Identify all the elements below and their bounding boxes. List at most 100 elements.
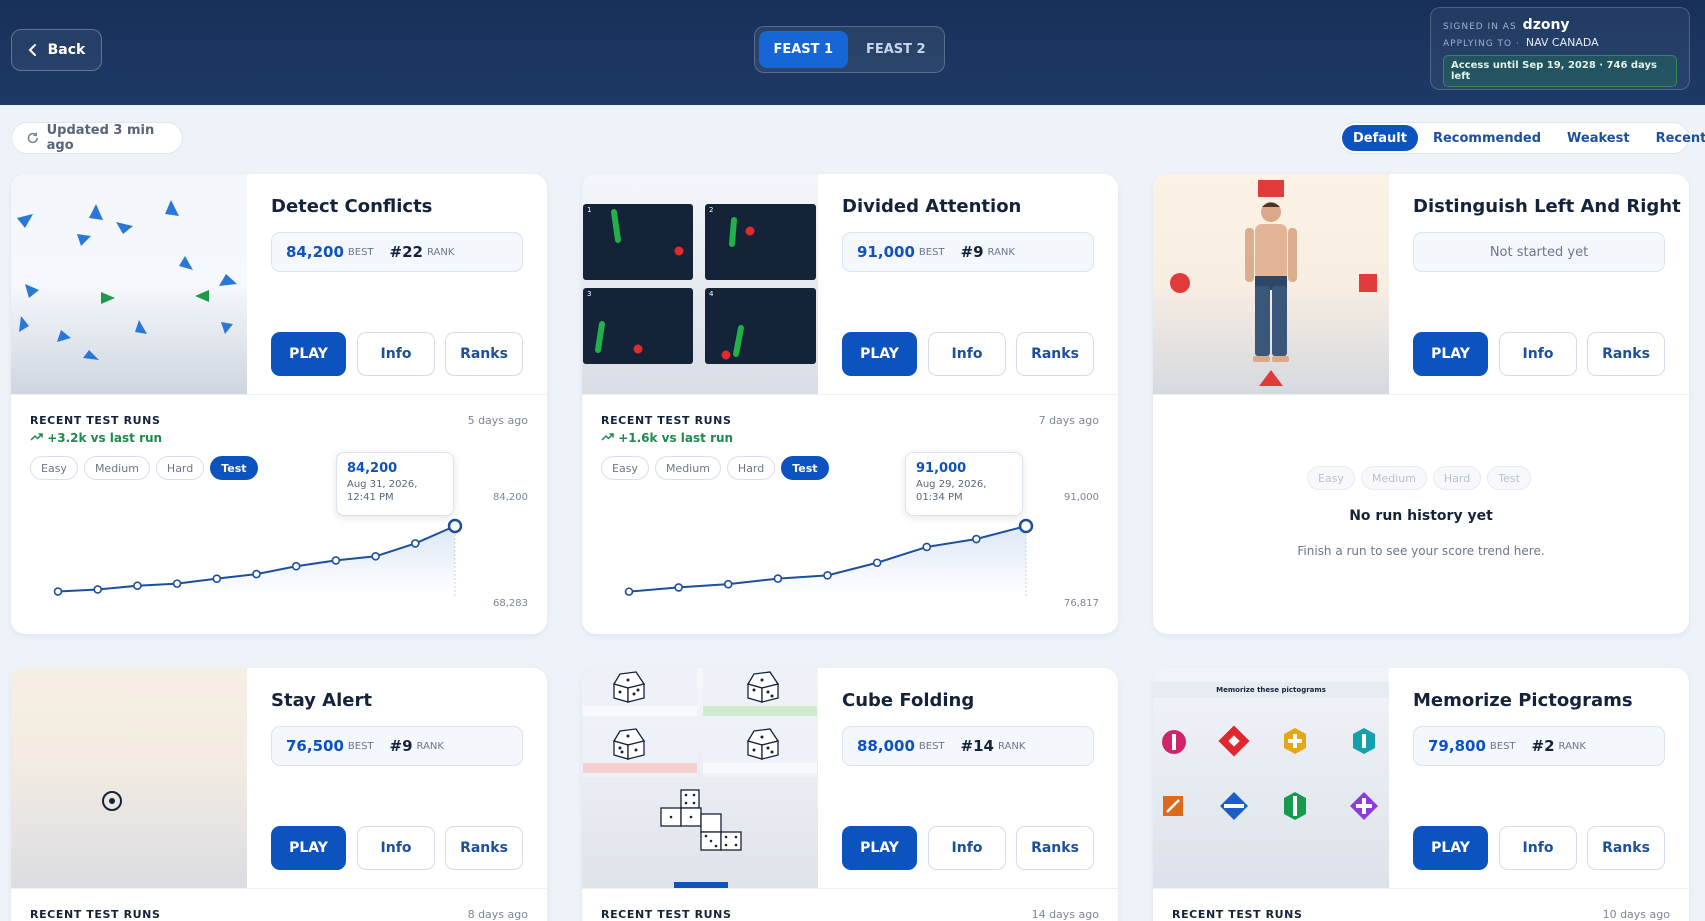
last-run-time: 10 days ago [1602,908,1670,921]
test-card-stay-alert: Stay Alert 76,500 BEST #9 RANK PLAY Info… [11,668,547,921]
rank-label: RANK [1558,740,1586,752]
divider [1153,888,1689,889]
applying-label: APPLYING TO · [1443,39,1520,49]
best-score-panel: 76,500 BEST #9 RANK [271,726,523,766]
tab-feast-2[interactable]: FEAST 2 [852,31,941,68]
figure-illustration [1170,180,1377,386]
no-history-title: No run history yet [1349,508,1493,524]
data-point [972,534,981,544]
chip-hard: Hard [1432,466,1482,490]
data-point [674,583,683,592]
info-button[interactable]: Info [357,826,435,870]
score-trend-chart[interactable] [582,174,1118,634]
user-panel: SIGNED IN AS dzony APPLYING TO · NAV CAN… [1430,7,1690,90]
stay-alert-thumbnail [11,668,247,888]
test-card-detect-conflicts: Detect Conflicts 84,200 BEST #22 RANK PL… [11,174,547,634]
chart-tooltip: 91,000 Aug 29, 2026, 01:34 PM [905,452,1023,516]
card-title: Cube Folding [842,690,975,711]
rank-value: #14 [960,737,994,755]
best-label: BEST [918,740,945,752]
card-title: Memorize Pictograms [1413,690,1633,711]
target-illustration [102,791,122,811]
info-button[interactable]: Info [928,826,1006,870]
best-score: 76,500 [286,737,344,755]
rank-label: RANK [416,740,444,752]
data-point [291,561,301,571]
test-card-cube-folding: Cube Folding 88,000 BEST #14 RANK PLAY I… [582,668,1118,921]
sort-weakest[interactable]: Weakest [1556,125,1641,151]
test-card-distinguish-left-right: Distinguish Left And Right Not started y… [1153,174,1689,634]
chevron-left-icon [28,44,36,56]
series-area [58,526,455,596]
card-title: Stay Alert [271,690,372,711]
test-card-divided-attention: 1234 Divided Attention 91,000 BEST #9 RA… [582,174,1118,634]
ranks-button[interactable]: Ranks [1016,826,1094,870]
recent-runs-heading: RECENT TEST RUNS [30,908,161,921]
username: dzony [1522,17,1570,33]
info-button[interactable]: Info [1499,332,1577,376]
play-button[interactable]: PLAY [271,826,346,870]
divider [11,888,547,889]
card-title: Distinguish Left And Right [1413,196,1681,217]
sort-recent[interactable]: Recent [1645,125,1705,151]
pictograms-thumbnail: Memorize these pictograms [1153,668,1389,888]
left-right-thumbnail [1153,174,1389,394]
data-point [410,539,420,548]
play-button[interactable]: PLAY [1413,826,1488,870]
data-point [133,581,142,591]
play-button[interactable]: PLAY [1413,332,1488,376]
sort-options: Default Recommended Weakest Recent [1339,122,1705,154]
data-point [773,574,783,583]
dice-illustration [583,668,817,888]
top-bar: Back FEAST 1 FEAST 2 SIGNED IN AS dzony … [0,0,1705,105]
cube-folding-thumbnail [582,668,818,888]
tooltip-value: 84,200 [347,461,398,476]
sort-recommended[interactable]: Recommended [1422,125,1552,151]
pictogram-grid [1162,725,1378,820]
tooltip-time: 12:41 PM [347,492,394,503]
data-point [624,587,634,596]
score-trend-chart[interactable] [11,174,547,634]
data-point [252,569,261,579]
info-button[interactable]: Info [1499,826,1577,870]
divider [1153,394,1689,395]
tab-feast-1[interactable]: FEAST 1 [759,31,848,68]
tooltip-value: 91,000 [916,461,967,476]
data-point [922,542,932,552]
back-button[interactable]: Back [11,29,102,71]
play-button[interactable]: PLAY [842,826,917,870]
chart-tooltip: 84,200 Aug 31, 2026, 12:41 PM [336,452,454,516]
best-score-panel: 79,800 BEST #2 RANK [1413,726,1665,766]
highlighted-point [447,518,463,534]
thumbnail-caption: Memorize these pictograms [1153,682,1389,698]
data-point [371,551,380,561]
test-set-tabs: FEAST 1 FEAST 2 [754,26,945,73]
difficulty-filter-disabled: Easy Medium Hard Test [1307,466,1531,490]
chip-medium: Medium [1360,466,1427,490]
data-point [823,571,832,580]
access-badge: Access until Sep 19, 2028 · 746 days lef… [1443,55,1677,87]
updated-indicator[interactable]: Updated 3 min ago [11,122,183,154]
highlighted-point [1018,518,1034,534]
data-point [172,579,182,588]
chip-test: Test [1487,466,1531,490]
back-label: Back [47,42,86,58]
best-score-panel: 88,000 BEST #14 RANK [842,726,1094,766]
tooltip-time: 01:34 PM [916,492,963,503]
updated-text: Updated 3 min ago [46,123,155,153]
data-point [53,587,63,596]
rank-value: #9 [389,737,413,755]
series-area [629,526,1026,596]
data-point [331,556,341,565]
rank-label: RANK [997,740,1026,752]
rank-value: #2 [1531,737,1555,755]
refresh-icon [27,132,38,144]
divider [582,888,1118,889]
ranks-button[interactable]: Ranks [445,826,523,870]
last-run-time: 8 days ago [467,908,528,921]
sort-default[interactable]: Default [1342,125,1418,151]
chip-easy: Easy [1307,466,1355,490]
ranks-button[interactable]: Ranks [1587,826,1665,870]
ranks-button[interactable]: Ranks [1587,332,1665,376]
organization: NAV CANADA [1525,36,1599,49]
